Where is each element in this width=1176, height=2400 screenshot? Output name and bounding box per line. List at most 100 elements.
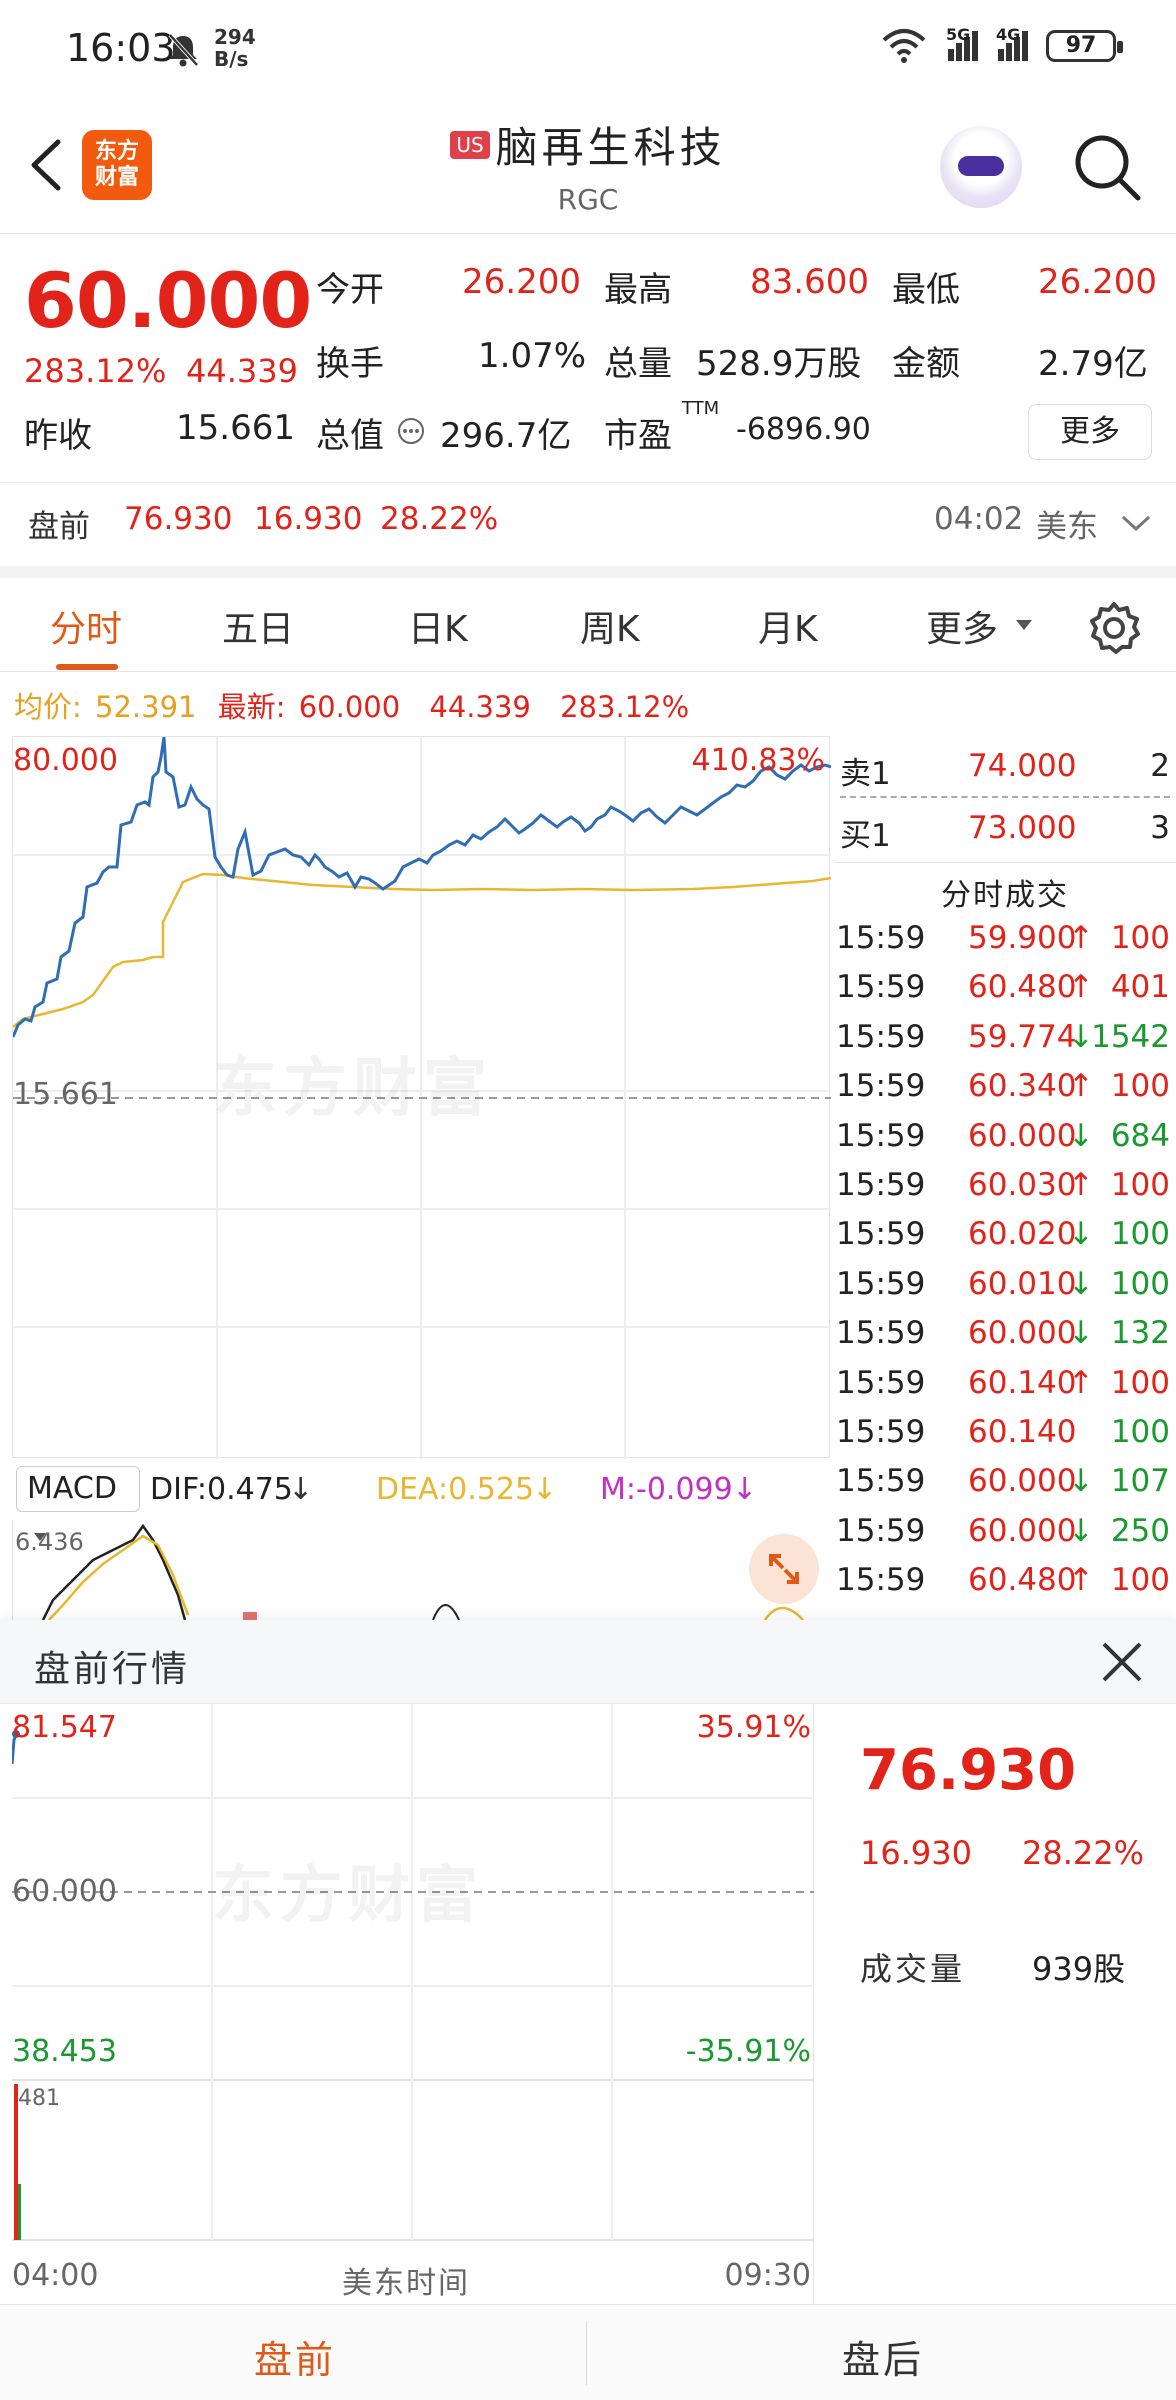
- arrow-up-icon: ↑: [1068, 1562, 1094, 1599]
- premarket-summary-row[interactable]: 盘前 76.930 16.930 28.22% 04:02 美东: [0, 482, 1176, 554]
- tab-afterhours[interactable]: 盘后: [842, 2329, 924, 2384]
- status-bar: 16:03 294 B/s 5G 4G 97: [0, 0, 1176, 100]
- trade-price: 60.480: [968, 1562, 1077, 1599]
- trade-row: 15:59 60.020 ↓ 100: [834, 1216, 1176, 1265]
- amount-value: 2.79亿: [1038, 344, 1148, 384]
- premarket-time: 04:02: [934, 501, 1024, 537]
- tab-daily-k[interactable]: 日K: [408, 600, 468, 652]
- amount-label: 金额: [892, 344, 960, 384]
- trade-qty: 100: [1110, 1414, 1170, 1450]
- trade-row: 15:59 60.340 ↑ 100: [834, 1068, 1176, 1117]
- high-value: 83.600: [750, 262, 869, 302]
- chart-top-pct: 410.83%: [691, 743, 825, 778]
- arrow-down-icon: ↓: [1068, 1265, 1094, 1302]
- pe-value: -6896.90: [736, 412, 871, 447]
- trade-price: 60.340: [968, 1068, 1077, 1105]
- premarket-panel-title: 盘前行情: [34, 1649, 191, 1690]
- macd-chart-svg: [41, 1523, 804, 1620]
- trade-row: 15:59 60.140 100: [834, 1414, 1176, 1463]
- turnover-label: 换手: [316, 344, 384, 384]
- trade-qty: 100: [1110, 920, 1170, 956]
- chart-base-price: 15.661: [13, 1077, 118, 1112]
- trade-price: 60.000: [968, 1463, 1077, 1500]
- indicator-selector[interactable]: MACD: [16, 1466, 140, 1541]
- trade-qty: 107: [1110, 1463, 1170, 1500]
- intraday-chart[interactable]: 80.000 410.83% 15.661 东方财富: [12, 736, 831, 1459]
- volume-bar: [18, 2184, 21, 2240]
- trade-price: 59.774: [968, 1018, 1077, 1055]
- search-icon[interactable]: [1070, 130, 1146, 206]
- latest-value: 60.000: [298, 690, 401, 724]
- tab-more[interactable]: 更多: [926, 600, 998, 652]
- pm-volume-label: 成交量: [860, 1950, 966, 1988]
- trade-row: 15:59 59.774 ↓ 1542: [834, 1019, 1176, 1068]
- macd-dif-line: [432, 1604, 460, 1620]
- premarket-chart-svg: [12, 1704, 814, 2241]
- chart-top-price: 80.000: [13, 743, 118, 778]
- close-icon[interactable]: [1098, 1638, 1146, 1686]
- premarket-pct: 28.22%: [380, 501, 499, 537]
- trade-time: 15:59: [836, 1216, 926, 1253]
- trade-time: 15:59: [836, 969, 926, 1006]
- volume-label: 总量: [604, 344, 672, 384]
- pm-x-end: 09:30: [724, 2258, 811, 2293]
- book-divider: [840, 796, 1170, 798]
- prev-close-label: 昨收: [24, 416, 92, 456]
- active-tab-indicator: [56, 664, 118, 670]
- watermark: 东方财富: [212, 1858, 485, 1931]
- pm-change: 16.930: [860, 1834, 972, 1872]
- chevron-down-icon[interactable]: [1120, 513, 1152, 533]
- more-button[interactable]: 更多: [1028, 404, 1152, 460]
- pe-ttm-label: TTM: [682, 398, 720, 419]
- settings-gear-icon[interactable]: [1086, 600, 1142, 656]
- premarket-chart[interactable]: 81.547 35.91% 60.000 东方财富 38.453 -35.91%…: [12, 1704, 814, 2304]
- network-rate-unit: B/s: [214, 47, 249, 71]
- network-rate-value: 294: [214, 25, 256, 49]
- premarket-price: 76.930: [124, 501, 233, 537]
- info-dots-icon[interactable]: [396, 416, 426, 446]
- tab-premarket[interactable]: 盘前: [254, 2329, 336, 2384]
- order-book: 卖1 74.000 2 买1 73.000 3 分时成交 15:59 59.900…: [834, 736, 1176, 1620]
- pm-bottom-pct: -35.91%: [685, 2034, 811, 2069]
- trade-row: 15:59 60.480 ↑ 401: [834, 969, 1176, 1018]
- trade-qty: 132: [1110, 1315, 1170, 1352]
- avg-price-label: 均价:: [14, 690, 82, 724]
- avg-price-value: 52.391: [95, 690, 197, 724]
- trade-time: 15:59: [836, 1167, 926, 1203]
- pm-x-start: 04:00: [12, 2258, 99, 2293]
- pm-x-mid: 美东时间: [342, 2266, 470, 2301]
- macd-chart[interactable]: 6.436: [12, 1520, 830, 1620]
- trade-qty: 100: [1110, 1167, 1170, 1203]
- trade-time: 15:59: [836, 1463, 926, 1500]
- arrow-up-icon: ↑: [1068, 969, 1094, 1006]
- arrow-up-icon: ↑: [1068, 1364, 1094, 1401]
- trade-qty: 100: [1110, 1216, 1170, 1253]
- trade-price: 59.900: [968, 920, 1077, 956]
- bid-label: 买1: [840, 818, 891, 854]
- tab-weekly-k[interactable]: 周K: [580, 600, 640, 652]
- trade-price: 60.000: [968, 1117, 1077, 1154]
- trade-row: 15:59 60.000 ↓ 132: [834, 1315, 1176, 1364]
- premarket-change: 16.930: [254, 501, 363, 537]
- signal-4g-icon: 4G: [996, 25, 1028, 61]
- macd-dif-line: [41, 1523, 187, 1620]
- trade-qty: 250: [1110, 1512, 1170, 1549]
- trades-title[interactable]: 分时成交: [834, 870, 1176, 914]
- intraday-info-line: 均价: 52.391 最新: 60.000 44.339 283.12%: [14, 684, 689, 726]
- status-time: 16:03: [66, 26, 176, 70]
- trade-row: 15:59 60.000 ↓ 250: [834, 1513, 1176, 1562]
- trade-row: 15:59 60.000 ↓ 107: [834, 1463, 1176, 1512]
- tab-monthly-k[interactable]: 月K: [758, 600, 818, 652]
- arrow-down-icon: ↓: [1068, 1463, 1094, 1500]
- tab-five-day[interactable]: 五日: [222, 600, 294, 652]
- network-rate: 294 B/s: [214, 26, 256, 70]
- premarket-label: 盘前: [28, 509, 90, 545]
- tab-intraday[interactable]: 分时: [50, 600, 122, 652]
- robot-assistant-avatar[interactable]: [940, 126, 1022, 208]
- expand-chart-button[interactable]: [749, 1534, 819, 1604]
- arrow-down-icon: ↓: [1068, 1018, 1094, 1055]
- current-price: 60.000: [24, 256, 312, 345]
- open-value: 26.200: [462, 262, 581, 302]
- macd-dif: DIF:0.475: [150, 1472, 293, 1507]
- dropdown-triangle-icon[interactable]: [1014, 618, 1034, 632]
